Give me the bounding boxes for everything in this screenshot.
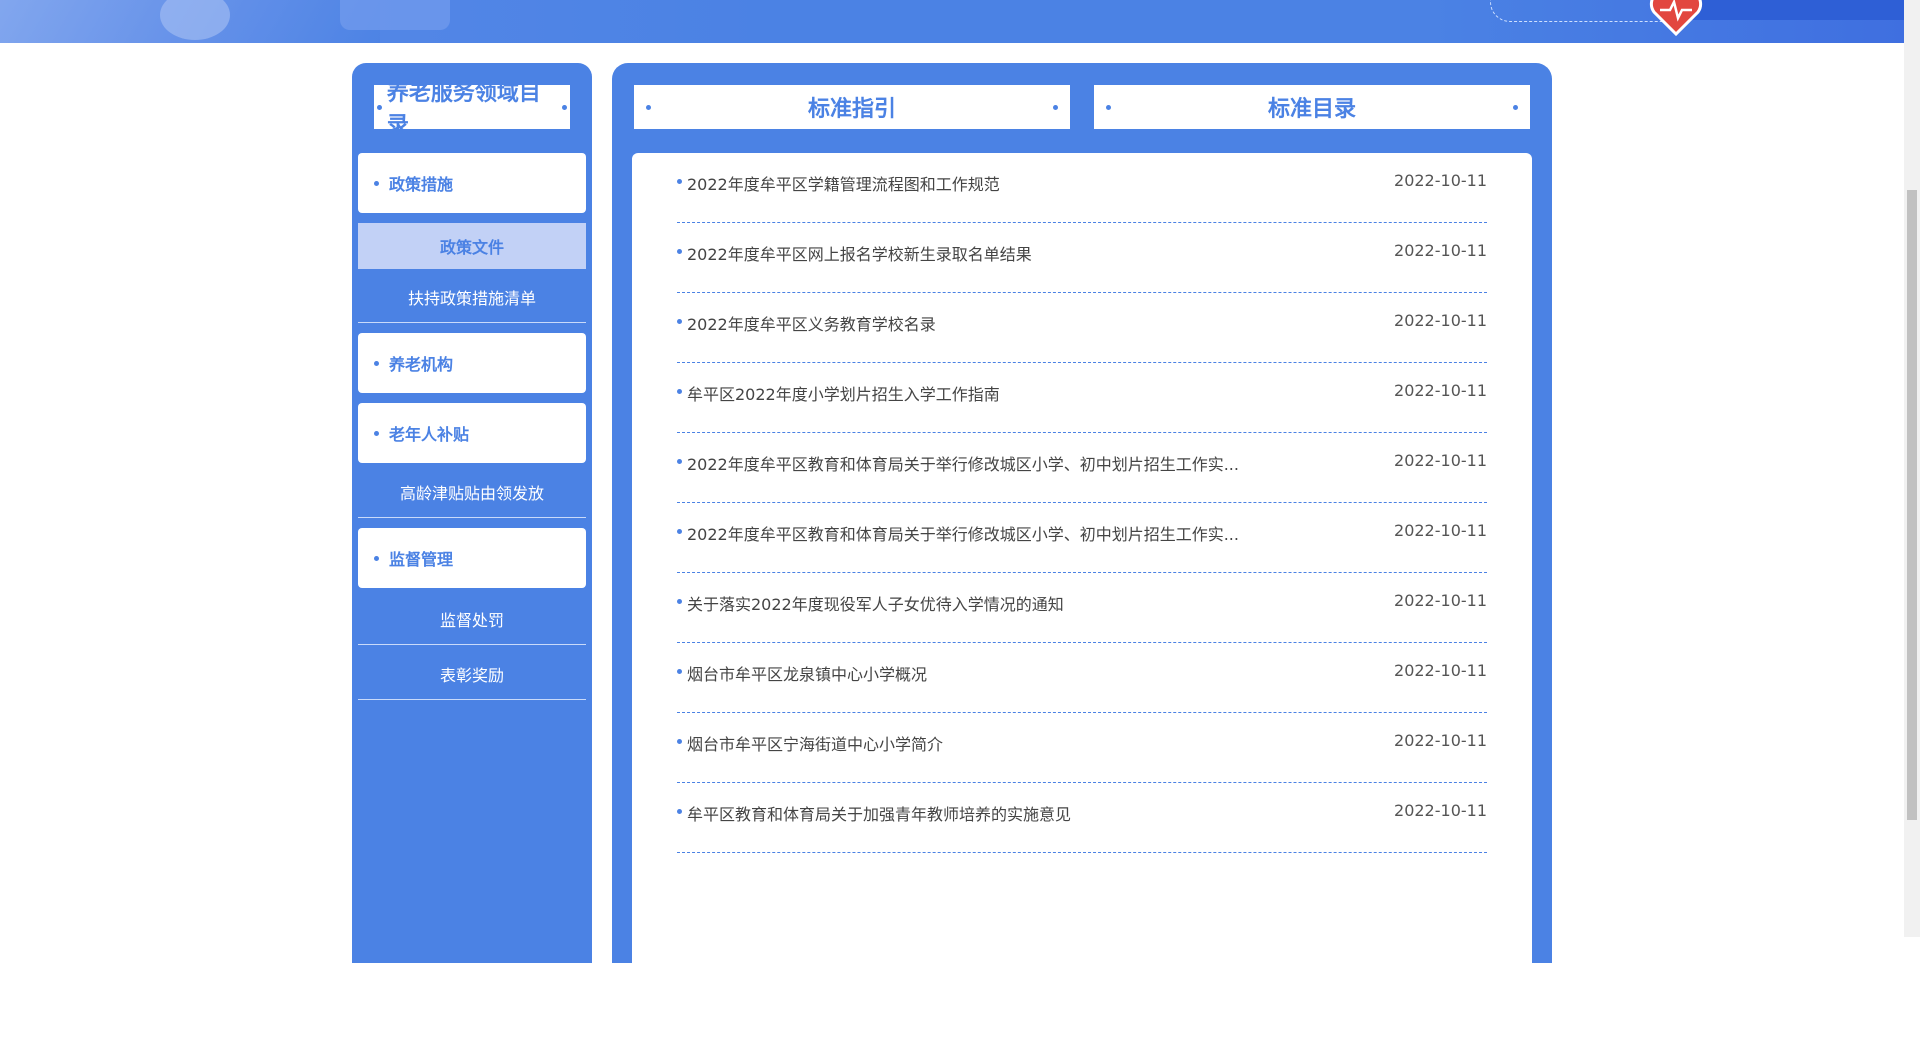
article-date: 2022-10-11 [1394,521,1487,540]
bullet-icon [677,529,682,534]
dot-icon [377,104,382,110]
sidebar-category-label: 监督管理 [389,550,454,569]
banner-band [1688,0,1904,20]
article-date: 2022-10-11 [1394,381,1487,400]
tab-label: 标准指引 [807,97,896,122]
sidebar-item-support-policy-list[interactable]: 扶持政策措施清单 [358,271,586,323]
sidebar-item-senior-allowance[interactable]: 高龄津贴贴由领发放 [358,466,586,518]
bullet-icon [374,555,379,561]
article-title-link[interactable]: 2022年度牟平区义务教育学校名录 [687,311,936,335]
sidebar-item-label: 表彰奖励 [439,665,504,685]
article-date: 2022-10-11 [1394,731,1487,750]
main-content: 标准指引 标准目录 2022年度牟平区学籍管理流程图和工作规范 2022-10-… [612,63,1552,1053]
sidebar-category-elderly-institutions[interactable]: 养老机构 [358,333,586,393]
article-title-link[interactable]: 关于落实2022年度现役军人子女优待入学情况的通知 [687,591,1064,615]
article-title-link[interactable]: 2022年度牟平区网上报名学校新生录取名单结果 [687,241,1032,265]
article-date: 2022-10-11 [1394,171,1487,190]
top-banner [0,0,1904,43]
sidebar-item-commendation[interactable]: 表彰奖励 [358,648,586,700]
dot-icon [562,104,568,110]
heart-icon [1649,0,1703,36]
list-item[interactable]: 2022年度牟平区网上报名学校新生录取名单结果 2022-10-11 [677,223,1487,293]
sidebar-title: 养老服务领域目录 [372,81,572,138]
article-title-link[interactable]: 烟台市牟平区宁海街道中心小学简介 [687,731,943,755]
bullet-icon [677,179,682,184]
tab-label: 标准目录 [1267,97,1356,122]
dot-icon [1106,104,1111,110]
list-item[interactable]: 2022年度牟平区教育和体育局关于举行修改城区小学、初中划片招生工作实... 2… [677,503,1487,573]
sidebar-item-label: 监督处罚 [439,610,504,630]
list-item[interactable]: 烟台市牟平区龙泉镇中心小学概况 2022-10-11 [677,643,1487,713]
tab-standard-guide[interactable]: 标准指引 [632,83,1072,131]
banner-illustration-shape [340,0,450,30]
bullet-icon [677,669,682,674]
sidebar-category-supervision[interactable]: 监督管理 [358,528,586,588]
sidebar-item-supervision-penalty[interactable]: 监督处罚 [358,593,586,645]
sidebar: 养老服务领域目录 政策措施 政策文件 扶持政策措施清单 养老机构 老年人补贴 高… [352,63,592,963]
bullet-icon [677,319,682,324]
sidebar-category-elderly-subsidy[interactable]: 老年人补贴 [358,403,586,463]
bullet-icon [374,180,379,186]
sidebar-item-label: 政策文件 [439,238,504,257]
dot-icon [1512,104,1518,110]
article-date: 2022-10-11 [1394,661,1487,680]
list-item[interactable]: 关于落实2022年度现役军人子女优待入学情况的通知 2022-10-11 [677,573,1487,643]
bullet-icon [677,599,682,604]
bullet-icon [677,389,682,394]
dot-icon [646,104,651,110]
article-list: 2022年度牟平区学籍管理流程图和工作规范 2022-10-11 2022年度牟… [632,153,1532,1053]
article-date: 2022-10-11 [1394,311,1487,330]
article-date: 2022-10-11 [1394,801,1487,820]
sidebar-category-label: 政策措施 [389,175,454,194]
list-item[interactable]: 烟台市牟平区宁海街道中心小学简介 2022-10-11 [677,713,1487,783]
bullet-icon [677,459,682,464]
article-date: 2022-10-11 [1394,451,1487,470]
article-title-link[interactable]: 2022年度牟平区学籍管理流程图和工作规范 [687,171,1000,195]
scrollbar[interactable] [1904,0,1920,937]
bullet-icon [677,739,682,744]
article-date: 2022-10-11 [1394,591,1487,610]
bullet-icon [374,360,379,366]
article-date: 2022-10-11 [1394,241,1487,260]
bullet-icon [677,809,682,814]
sidebar-category-label: 老年人补贴 [389,425,470,444]
list-item[interactable]: 2022年度牟平区义务教育学校名录 2022-10-11 [677,293,1487,363]
sidebar-title-text: 养老服务领域目录 [386,81,541,138]
sidebar-item-policy-documents[interactable]: 政策文件 [358,223,586,269]
article-title-link[interactable]: 烟台市牟平区龙泉镇中心小学概况 [687,661,927,685]
tab-standard-catalog[interactable]: 标准目录 [1092,83,1532,131]
sidebar-item-label: 高龄津贴贴由领发放 [399,483,544,503]
article-title-link[interactable]: 2022年度牟平区教育和体育局关于举行修改城区小学、初中划片招生工作实... [687,451,1239,475]
list-item[interactable]: 2022年度牟平区学籍管理流程图和工作规范 2022-10-11 [677,153,1487,223]
list-item[interactable]: 牟平区2022年度小学划片招生入学工作指南 2022-10-11 [677,363,1487,433]
bullet-icon [677,249,682,254]
list-item[interactable]: 2022年度牟平区教育和体育局关于举行修改城区小学、初中划片招生工作实... 2… [677,433,1487,503]
article-title-link[interactable]: 2022年度牟平区教育和体育局关于举行修改城区小学、初中划片招生工作实... [687,521,1239,545]
scrollbar-thumb[interactable] [1907,190,1917,820]
sidebar-item-label: 扶持政策措施清单 [407,288,536,308]
dot-icon [1052,104,1058,110]
sidebar-category-policy[interactable]: 政策措施 [358,153,586,213]
sidebar-category-label: 养老机构 [389,355,454,374]
list-item[interactable]: 牟平区教育和体育局关于加强青年教师培养的实施意见 2022-10-11 [677,783,1487,853]
bullet-icon [374,430,379,436]
article-title-link[interactable]: 牟平区教育和体育局关于加强青年教师培养的实施意见 [687,801,1071,825]
article-title-link[interactable]: 牟平区2022年度小学划片招生入学工作指南 [687,381,1000,405]
